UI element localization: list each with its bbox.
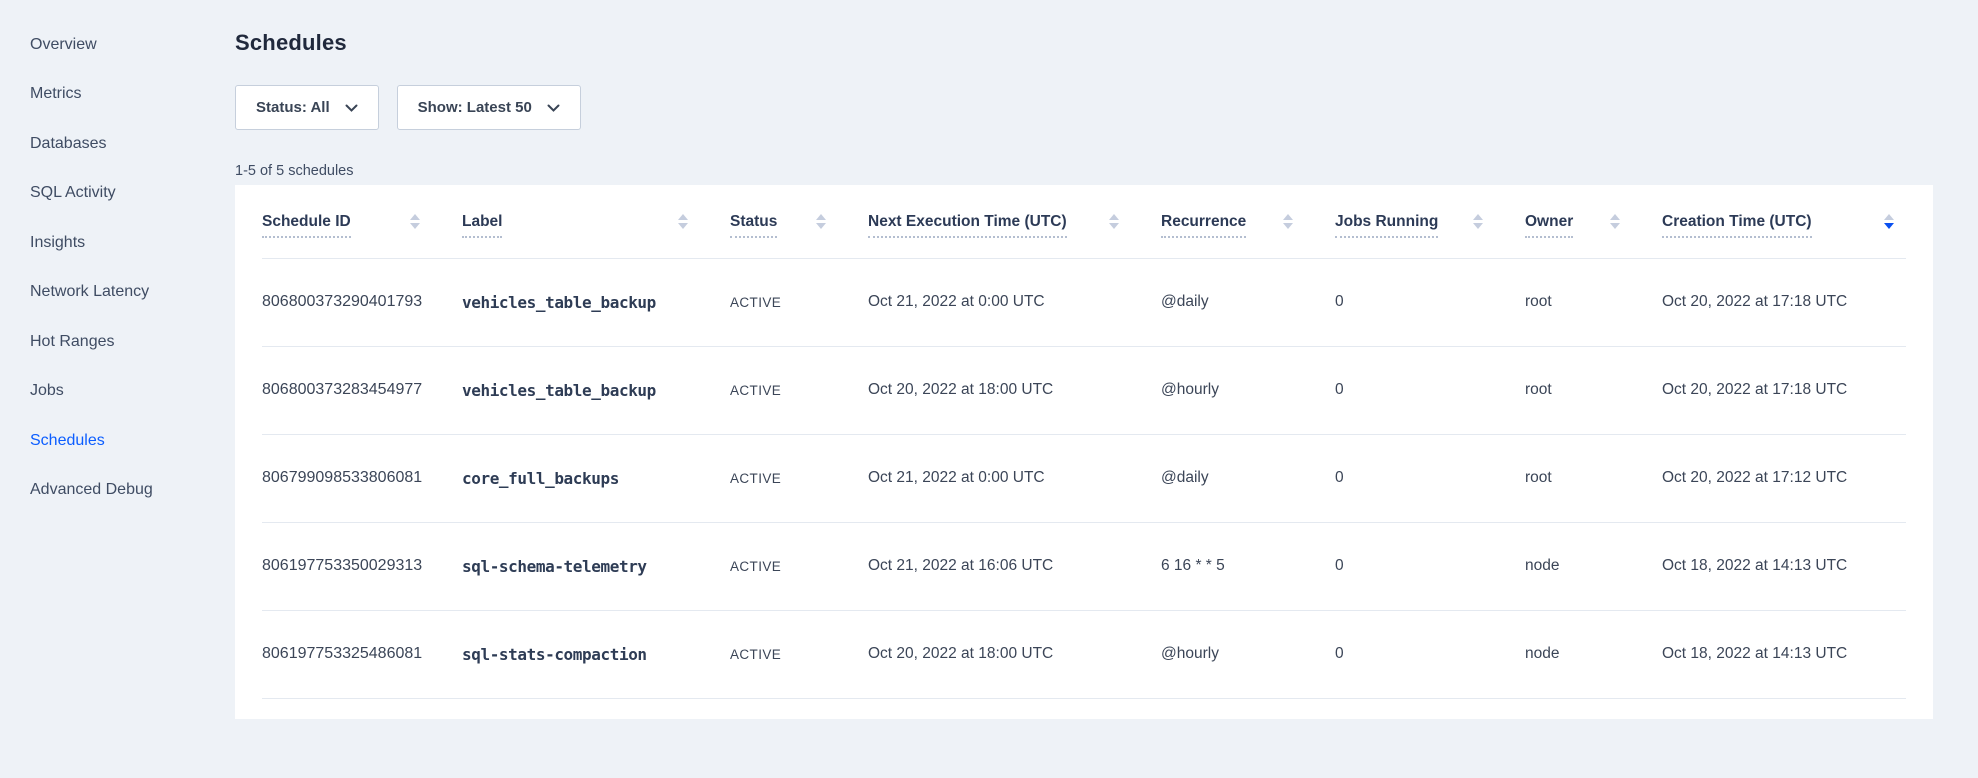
column-header-status[interactable]: Status — [730, 185, 868, 258]
cell-schedule-id: 806197753325486081 — [262, 610, 462, 698]
column-header-label[interactable]: Label — [462, 185, 730, 258]
cell-status: ACTIVE — [730, 610, 868, 698]
chevron-down-icon — [345, 104, 358, 112]
cell-jobs-running: 0 — [1335, 346, 1525, 434]
sort-carets-icon — [678, 214, 688, 229]
sort-carets-icon — [410, 214, 420, 229]
column-header-next-execution-time[interactable]: Next Execution Time (UTC) — [868, 185, 1161, 258]
status-filter-label: Status: All — [256, 99, 330, 116]
cell-next-execution: Oct 21, 2022 at 0:00 UTC — [868, 258, 1161, 346]
cell-status: ACTIVE — [730, 258, 868, 346]
cell-creation-time: Oct 20, 2022 at 17:12 UTC — [1662, 434, 1906, 522]
sidebar-item-sql-activity[interactable]: SQL Activity — [0, 169, 235, 219]
sort-carets-icon — [1610, 214, 1620, 229]
sort-carets-icon — [1473, 214, 1483, 229]
sidebar-item-hot-ranges[interactable]: Hot Ranges — [0, 317, 235, 367]
cell-next-execution: Oct 21, 2022 at 16:06 UTC — [868, 522, 1161, 610]
schedules-table: Schedule ID Label Status Next Execution … — [262, 185, 1906, 699]
cell-owner: root — [1525, 434, 1662, 522]
cell-jobs-running: 0 — [1335, 258, 1525, 346]
cell-creation-time: Oct 20, 2022 at 17:18 UTC — [1662, 258, 1906, 346]
cell-creation-time: Oct 20, 2022 at 17:18 UTC — [1662, 346, 1906, 434]
cell-next-execution: Oct 21, 2022 at 0:00 UTC — [868, 434, 1161, 522]
cell-label: sql-stats-compaction — [462, 610, 730, 698]
results-count: 1-5 of 5 schedules — [235, 163, 1933, 179]
sidebar-item-jobs[interactable]: Jobs — [0, 367, 235, 417]
sort-carets-icon — [816, 214, 826, 229]
cell-recurrence: @hourly — [1161, 610, 1335, 698]
show-filter-label: Show: Latest 50 — [418, 99, 532, 116]
page-title: Schedules — [235, 30, 1933, 56]
sidebar-item-insights[interactable]: Insights — [0, 218, 235, 268]
table-row: 806197753350029313 sql-schema-telemetry … — [262, 522, 1906, 610]
cell-owner: root — [1525, 258, 1662, 346]
cell-next-execution: Oct 20, 2022 at 18:00 UTC — [868, 610, 1161, 698]
column-header-recurrence[interactable]: Recurrence — [1161, 185, 1335, 258]
cell-creation-time: Oct 18, 2022 at 14:13 UTC — [1662, 610, 1906, 698]
cell-recurrence: 6 16 * * 5 — [1161, 522, 1335, 610]
sidebar-item-network-latency[interactable]: Network Latency — [0, 268, 235, 318]
cell-jobs-running: 0 — [1335, 522, 1525, 610]
cell-jobs-running: 0 — [1335, 434, 1525, 522]
table-header-row: Schedule ID Label Status Next Execution … — [262, 185, 1906, 258]
sidebar-item-overview[interactable]: Overview — [0, 20, 235, 70]
cell-label: sql-schema-telemetry — [462, 522, 730, 610]
sidebar-item-databases[interactable]: Databases — [0, 119, 235, 169]
cell-creation-time: Oct 18, 2022 at 14:13 UTC — [1662, 522, 1906, 610]
status-filter-dropdown[interactable]: Status: All — [235, 85, 379, 130]
table-row: 806799098533806081 core_full_backups ACT… — [262, 434, 1906, 522]
sidebar-item-metrics[interactable]: Metrics — [0, 70, 235, 120]
cell-status: ACTIVE — [730, 346, 868, 434]
filter-bar: Status: All Show: Latest 50 — [235, 85, 1933, 130]
column-header-jobs-running[interactable]: Jobs Running — [1335, 185, 1525, 258]
cell-schedule-id: 806800373290401793 — [262, 258, 462, 346]
sidebar: Overview Metrics Databases SQL Activity … — [0, 0, 235, 778]
sidebar-item-schedules[interactable]: Schedules — [0, 416, 235, 466]
schedules-table-card: Schedule ID Label Status Next Execution … — [235, 185, 1933, 719]
cell-label: vehicles_table_backup — [462, 258, 730, 346]
sort-carets-icon — [1109, 214, 1119, 229]
column-header-creation-time[interactable]: Creation Time (UTC) — [1662, 185, 1906, 258]
sort-carets-icon — [1283, 214, 1293, 229]
cell-schedule-id: 806800373283454977 — [262, 346, 462, 434]
table-row: 806197753325486081 sql-stats-compaction … — [262, 610, 1906, 698]
cell-owner: root — [1525, 346, 1662, 434]
table-row: 806800373290401793 vehicles_table_backup… — [262, 258, 1906, 346]
cell-label: core_full_backups — [462, 434, 730, 522]
cell-owner: node — [1525, 522, 1662, 610]
cell-label: vehicles_table_backup — [462, 346, 730, 434]
column-header-schedule-id[interactable]: Schedule ID — [262, 185, 462, 258]
show-filter-dropdown[interactable]: Show: Latest 50 — [397, 85, 581, 130]
sidebar-item-advanced-debug[interactable]: Advanced Debug — [0, 466, 235, 516]
cell-schedule-id: 806799098533806081 — [262, 434, 462, 522]
sort-carets-desc-active-icon — [1884, 214, 1894, 229]
cell-status: ACTIVE — [730, 434, 868, 522]
cell-next-execution: Oct 20, 2022 at 18:00 UTC — [868, 346, 1161, 434]
cell-recurrence: @daily — [1161, 258, 1335, 346]
main-content: Schedules Status: All Show: Latest 50 1-… — [235, 0, 1933, 719]
cell-recurrence: @daily — [1161, 434, 1335, 522]
chevron-down-icon — [547, 104, 560, 112]
column-header-owner[interactable]: Owner — [1525, 185, 1662, 258]
cell-schedule-id: 806197753350029313 — [262, 522, 462, 610]
cell-status: ACTIVE — [730, 522, 868, 610]
cell-recurrence: @hourly — [1161, 346, 1335, 434]
table-row: 806800373283454977 vehicles_table_backup… — [262, 346, 1906, 434]
cell-owner: node — [1525, 610, 1662, 698]
cell-jobs-running: 0 — [1335, 610, 1525, 698]
